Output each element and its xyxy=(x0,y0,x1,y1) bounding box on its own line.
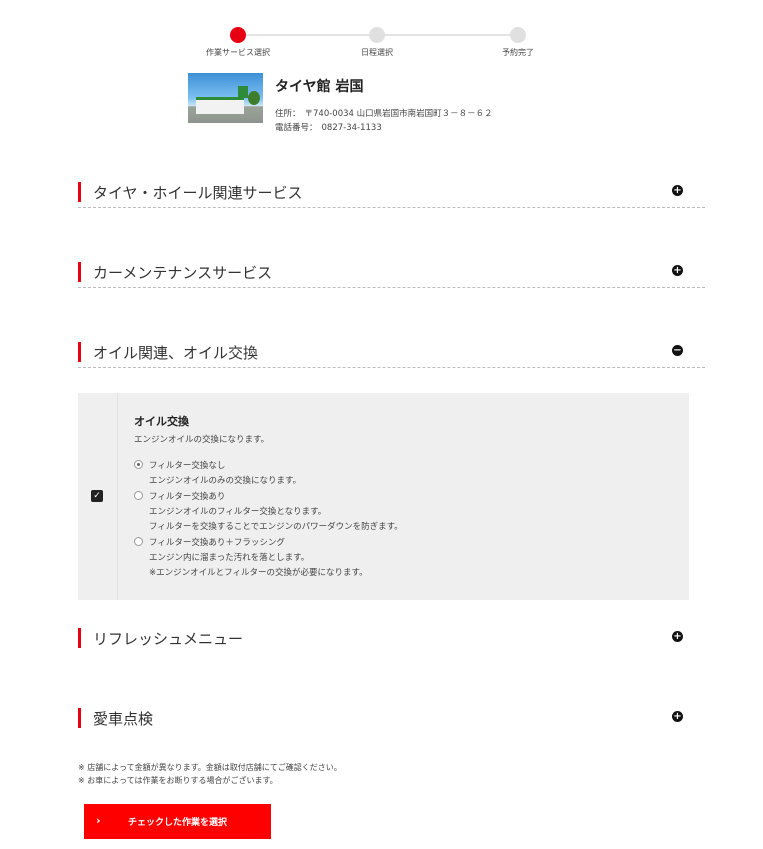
note-price: ※ 店舗によって金額が異なります。金額は取付店舗にてご確認ください。 xyxy=(78,763,342,772)
step-label: 日程選択 xyxy=(361,48,393,57)
category-car-maintenance[interactable]: カーメンテナンスサービス + xyxy=(78,258,705,288)
option-no-filter[interactable]: フィルター交換なし エンジンオイルのみの交換になります。 xyxy=(134,459,301,489)
option-description: エンジン内に溜まった汚れを落とします。 xyxy=(149,553,310,563)
step-date-select: 日程選択 xyxy=(332,27,422,58)
service-title: オイル交換 xyxy=(134,415,189,428)
step-dot xyxy=(510,27,526,43)
shop-building xyxy=(196,97,244,114)
shop-name: タイヤ館 岩国 xyxy=(275,79,364,95)
expand-plus-icon[interactable]: + xyxy=(672,711,683,722)
shop-phone-row: 電話番号： 0827-34-1133 xyxy=(275,121,493,135)
shop-photo xyxy=(188,73,263,123)
category-oil[interactable]: オイル関連、オイル交換 − xyxy=(78,338,705,368)
step-dot-active xyxy=(230,27,246,43)
step-service-select: 作業サービス選択 xyxy=(193,27,283,58)
category-title: オイル関連、オイル交換 xyxy=(93,344,259,362)
radio-button[interactable] xyxy=(134,491,143,500)
option-label: フィルター交換あり xyxy=(149,492,226,502)
shop-sign xyxy=(238,86,248,98)
option-description: ※エンジンオイルとフィルターの交換が必要になります。 xyxy=(149,568,368,578)
category-title: カーメンテナンスサービス xyxy=(93,264,273,282)
category-accent-bar xyxy=(78,182,81,202)
category-title: タイヤ・ホイール関連サービス xyxy=(93,184,303,202)
radio-button[interactable] xyxy=(134,537,143,546)
collapse-minus-icon[interactable]: − xyxy=(672,345,683,356)
note-refusal: ※ お車によっては作業をお断りする場合がございます。 xyxy=(78,776,278,785)
address-label: 住所： xyxy=(275,109,301,119)
shop-info-block: タイヤ館 岩国 住所： 〒740-0034 山口県岩国市南岩国町３－８－６２ 電話… xyxy=(188,73,548,135)
option-filter-flushing[interactable]: フィルター交換あり＋フラッシング エンジン内に溜まった汚れを落とします。 ※エン… xyxy=(134,536,368,581)
shop-address-row: 住所： 〒740-0034 山口県岩国市南岩国町３－８－６２ xyxy=(275,107,493,121)
step-complete: 予約完了 xyxy=(473,27,563,58)
radio-button-checked[interactable] xyxy=(134,460,143,469)
expand-plus-icon[interactable]: + xyxy=(672,631,683,642)
step-label: 作業サービス選択 xyxy=(206,48,270,57)
oil-service-panel: ✓ オイル交換 エンジンオイルの交換になります。 フィルター交換なし エンジンオ… xyxy=(78,393,689,600)
step-label: 予約完了 xyxy=(502,48,534,57)
option-description: エンジンオイルのフィルター交換となります。 xyxy=(149,507,327,517)
expand-plus-icon[interactable]: + xyxy=(672,185,683,196)
select-checked-services-button[interactable]: › チェックした作業を選択 xyxy=(84,804,271,839)
category-refresh-menu[interactable]: リフレッシュメニュー + xyxy=(78,624,705,653)
service-description: エンジンオイルの交換になります。 xyxy=(134,435,270,445)
submit-label: チェックした作業を選択 xyxy=(127,818,227,828)
phone-label: 電話番号： xyxy=(275,123,318,133)
option-with-filter[interactable]: フィルター交換あり エンジンオイルのフィルター交換となります。 フィルターを交換… xyxy=(134,490,403,535)
category-accent-bar xyxy=(78,628,81,648)
shop-address: 〒740-0034 山口県岩国市南岩国町３－８－６２ xyxy=(304,109,493,119)
category-car-inspection[interactable]: 愛車点検 + xyxy=(78,704,705,733)
option-description: エンジンオイルのみの交換になります。 xyxy=(149,476,302,486)
notes: ※ 店舗によって金額が異なります。金額は取付店舗にてご確認ください。 ※ お車に… xyxy=(78,761,342,787)
category-accent-bar xyxy=(78,262,81,282)
progress-stepper: 作業サービス選択 日程選択 予約完了 xyxy=(197,27,557,61)
option-label: フィルター交換なし xyxy=(149,461,226,471)
expand-plus-icon[interactable]: + xyxy=(672,265,683,276)
option-description: フィルターを交換することでエンジンのパワーダウンを防ぎます。 xyxy=(149,522,403,532)
category-title: リフレッシュメニュー xyxy=(93,630,244,648)
shop-tree xyxy=(248,91,260,105)
step-dot xyxy=(369,27,385,43)
checkbox-column: ✓ xyxy=(78,393,118,600)
category-title: 愛車点検 xyxy=(93,710,154,728)
shop-phone: 0827-34-1133 xyxy=(321,123,382,133)
category-accent-bar xyxy=(78,342,81,362)
shop-details: 住所： 〒740-0034 山口県岩国市南岩国町３－８－６２ 電話番号： 0827-… xyxy=(275,107,493,135)
option-label: フィルター交換あり＋フラッシング xyxy=(149,538,285,548)
category-tire-wheel[interactable]: タイヤ・ホイール関連サービス + xyxy=(78,178,705,208)
category-accent-bar xyxy=(78,708,81,728)
oil-change-checkbox[interactable]: ✓ xyxy=(91,490,103,502)
